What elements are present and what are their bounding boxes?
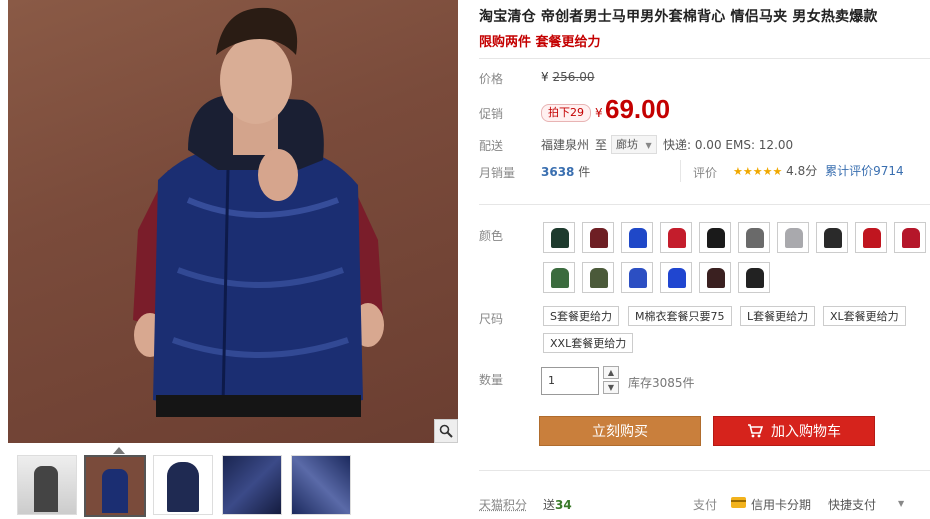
rating-score: 4.8分 [786, 164, 818, 178]
ship-to-word: 至 [595, 138, 608, 152]
vest-thumbnail [746, 268, 764, 288]
zoom-icon[interactable] [434, 419, 458, 443]
vest-thumbnail [785, 228, 803, 248]
add-to-cart-label: 加入购物车 [771, 424, 841, 440]
original-price-value: 256.00 [552, 70, 595, 84]
size-option[interactable]: XL套餐更给力 [823, 306, 906, 326]
original-price: ¥ 256.00 [541, 70, 594, 84]
main-product-image[interactable] [8, 0, 458, 443]
thumbnail-pointer [113, 447, 125, 454]
credit-card-icon [731, 497, 746, 508]
thumbnail-5[interactable] [291, 455, 351, 515]
model-figure [133, 7, 384, 417]
sales-label: 月销量 [479, 166, 516, 180]
sales-count: 3638 件 [541, 163, 590, 180]
color-swatch[interactable] [699, 222, 731, 253]
points-value: 送34 [543, 496, 572, 513]
vest-thumbnail [863, 228, 881, 248]
vest-thumbnail [824, 228, 842, 248]
cart-icon [748, 424, 763, 438]
color-swatch[interactable] [855, 222, 887, 253]
thumbnail-3[interactable] [153, 455, 213, 515]
rating-label: 评价 [693, 166, 718, 180]
sales-number: 3638 [541, 165, 575, 179]
promo-currency: ¥ [595, 106, 603, 120]
color-label: 颜色 [479, 229, 504, 243]
vest-thumbnail [746, 228, 764, 248]
promo-badge: 拍下29 [541, 104, 591, 122]
vest-thumbnail [551, 228, 569, 248]
total-reviews-link[interactable]: 累计评价9714 [825, 164, 904, 178]
credit-installment[interactable]: 信用卡分期 [751, 496, 811, 513]
buy-now-label: 立刻购买 [592, 424, 648, 440]
color-swatch[interactable] [543, 222, 575, 253]
vest-thumbnail [551, 268, 569, 288]
ship-from: 福建泉州 [541, 138, 590, 152]
color-swatch[interactable] [777, 222, 809, 253]
pay-label: 支付 [693, 498, 718, 512]
divider [479, 470, 930, 471]
color-swatch[interactable] [660, 262, 692, 293]
size-option[interactable]: XXL套餐更给力 [543, 333, 634, 353]
city-value: 廊坊 [616, 138, 638, 151]
points-number: 34 [555, 498, 572, 512]
add-to-cart-button[interactable]: 加入购物车 [713, 416, 875, 446]
vest-thumbnail [590, 268, 608, 288]
vest-thumbnail [902, 228, 920, 248]
shipping-label: 配送 [479, 139, 504, 153]
rating[interactable]: ★★★★★ 4.8分 累计评价9714 [733, 162, 904, 179]
vest-thumbnail [629, 268, 647, 288]
product-title: 淘宝清仓 帝创者男士马甲男外套棉背心 情侣马夹 男女热卖爆款 [479, 9, 878, 25]
shipping-fees: 快递: 0.00 EMS: 12.00 [663, 138, 794, 152]
size-option[interactable]: M棉衣套餐只要75 [628, 306, 732, 326]
points-label[interactable]: 天猫积分 [479, 496, 527, 513]
color-swatch[interactable] [582, 262, 614, 293]
divider [680, 160, 681, 182]
currency-symbol: ¥ [541, 70, 549, 84]
decrease-button[interactable]: ▼ [603, 381, 619, 394]
color-swatch[interactable] [894, 222, 926, 253]
color-swatch[interactable] [699, 262, 731, 293]
promo-price: 69.00 [605, 94, 671, 124]
vest-thumbnail [629, 228, 647, 248]
thumbnail-4[interactable] [222, 455, 282, 515]
quantity-label: 数量 [479, 373, 504, 387]
vest-thumbnail [668, 228, 686, 248]
chevron-down-icon[interactable]: ▼ [898, 499, 904, 508]
quick-pay[interactable]: 快捷支付 [828, 496, 876, 513]
price-label: 价格 [479, 72, 504, 86]
divider [479, 58, 930, 59]
color-swatch[interactable] [738, 262, 770, 293]
vest-thumbnail [668, 268, 686, 288]
color-swatch[interactable] [660, 222, 692, 253]
size-option[interactable]: L套餐更给力 [740, 306, 816, 326]
increase-button[interactable]: ▲ [603, 366, 619, 379]
vest-thumbnail [707, 228, 725, 248]
divider [479, 204, 930, 205]
color-swatch[interactable] [738, 222, 770, 253]
color-swatch[interactable] [543, 262, 575, 293]
vest-thumbnail [590, 228, 608, 248]
city-select[interactable]: 廊坊 ▼ [611, 135, 657, 154]
chevron-down-icon: ▼ [645, 141, 652, 150]
size-label: 尺码 [479, 312, 504, 326]
thumbnail-2[interactable] [84, 455, 146, 517]
size-option[interactable]: S套餐更给力 [543, 306, 619, 326]
color-swatch[interactable] [582, 222, 614, 253]
quantity-input[interactable]: 1 [541, 367, 599, 395]
star-icon: ★★★★★ [733, 165, 783, 178]
vest-thumbnail [707, 268, 725, 288]
stock-count: 库存3085件 [628, 376, 695, 390]
points-prefix: 送 [543, 498, 556, 512]
color-swatch[interactable] [816, 222, 848, 253]
sales-unit: 件 [578, 165, 591, 179]
color-swatch[interactable] [621, 262, 653, 293]
color-swatches [543, 222, 930, 297]
buy-now-button[interactable]: 立刻购买 [539, 416, 701, 446]
color-swatch[interactable] [621, 222, 653, 253]
promo-label: 促销 [479, 107, 504, 121]
product-subtitle: 限购两件 套餐更给力 [479, 35, 601, 50]
thumbnail-1[interactable] [17, 455, 77, 515]
